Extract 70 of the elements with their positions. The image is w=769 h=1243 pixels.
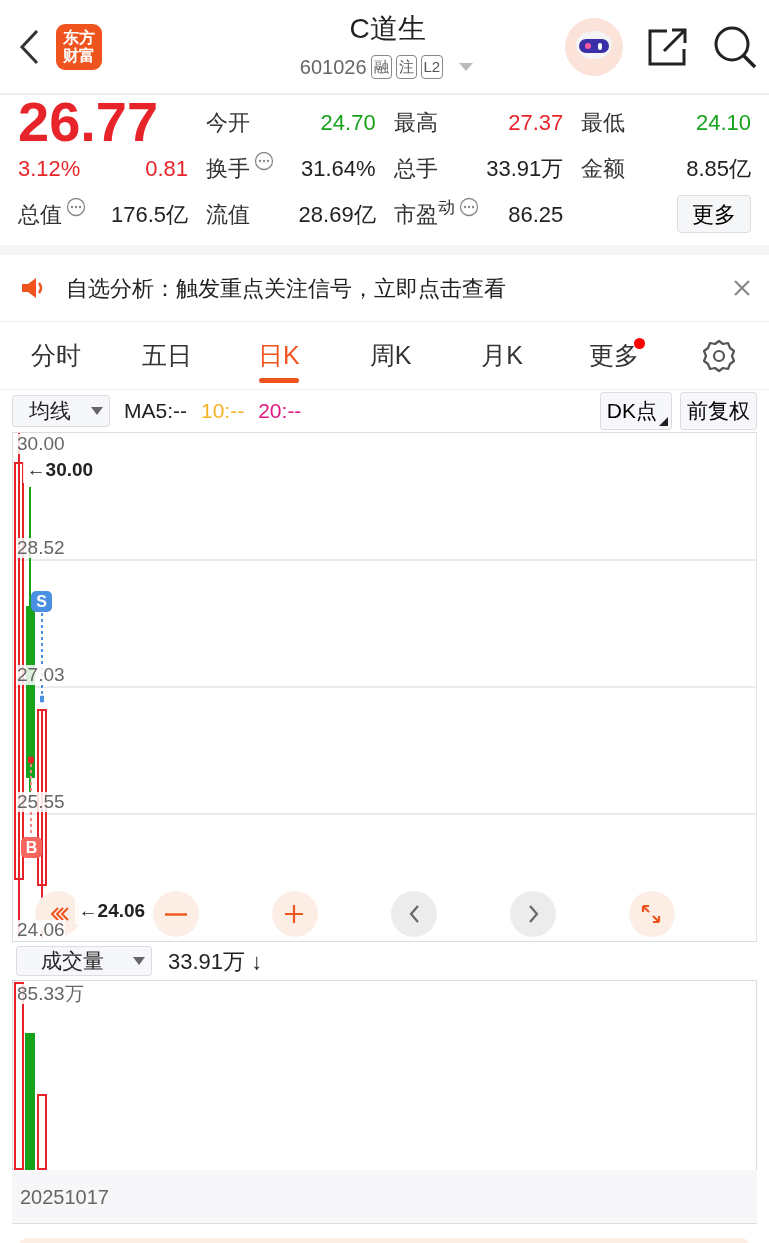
stat-value: 24.70 [320,108,376,137]
caret-icon [133,957,145,965]
more-button[interactable]: 更多 [677,195,751,233]
stat-value: 176.5亿 [110,200,188,229]
stat-label: 金额 [581,154,626,183]
date-label: 20251017 [12,1170,757,1224]
tab[interactable]: 周K [334,322,447,389]
chevron-left-icon [408,905,420,923]
tab[interactable]: 月K [446,322,558,389]
indicator-select[interactable]: 均线 [12,395,110,427]
app-logo: 东方 财富 [56,23,102,70]
ellipsis-icon[interactable] [458,197,479,217]
chevron-right-icon [527,905,539,923]
dropdown-caret-icon[interactable] [457,61,476,72]
share-icon[interactable] [647,26,689,67]
signal-badge: B [21,837,42,858]
tag-label: 注 [395,54,417,79]
stat-value: 28.69亿 [298,200,376,229]
toolbar-button[interactable]: 前复权 [680,392,757,430]
axis-label: 25.55 [17,792,65,812]
volume-reading: 33.91万 ↓ [168,947,263,976]
tab[interactable]: 更多 [557,322,670,389]
ma-reading: 10:-- [201,398,245,425]
stat-value: 33.91万 [486,154,564,183]
ma-reading: 20:-- [258,398,302,425]
stock-price: 26.77 [18,94,159,150]
chart-control-button[interactable] [629,891,675,937]
stat-label: 总手 [393,154,438,183]
notice-text[interactable]: 自选分析：触发重点关注信号，立即点击查看 [66,271,733,305]
settings-icon[interactable] [702,338,737,373]
stat-label: 最高 [393,108,438,137]
stat-value: 31.64% [301,154,376,183]
stat-label: 市盈$^{动}$ [393,197,455,229]
signal-badge: S [31,591,52,612]
axis-label: 85.33万 [17,984,84,1004]
minus-icon [165,912,187,916]
axis-label: 27.03 [17,665,65,685]
axis-label: 28.52 [17,538,65,558]
tag-label: L2 [420,54,444,79]
stat-label: 总值 [18,200,62,229]
indicator-select[interactable]: 成交量 [16,946,152,976]
ellipsis-icon[interactable] [254,151,274,171]
stat-value: 24.10 [695,108,751,137]
chart-control-button[interactable] [272,891,318,937]
stat-label: 流值 [206,200,250,229]
change-percent: 3.12% [18,154,81,183]
change-amount: 0.81 [145,154,188,183]
stat-value: 27.37 [508,108,564,137]
stat-label: 最低 [581,108,626,137]
close-icon[interactable] [733,279,751,297]
stat-value: 8.85亿 [686,154,751,183]
tab[interactable]: 五日 [111,322,224,389]
caret-icon [91,407,103,415]
back-icon[interactable] [18,28,40,65]
tab[interactable]: 日K [223,322,335,389]
tag-label: 融 [370,54,392,79]
axis-label: 24.06 [17,920,65,940]
stat-label: 换手 [206,154,250,183]
ma-reading: MA5:-- [124,398,187,425]
toolbar-button[interactable]: DK点 [599,392,672,430]
stat-value: 86.25 [508,200,564,229]
stat-label: 今开 [206,108,250,137]
chart-control-button[interactable] [153,891,199,937]
stock-code: 601026 [299,54,367,80]
tab[interactable]: 分时 [0,322,112,389]
stock-title: C道生 [348,11,427,46]
robot-avatar-icon[interactable] [565,17,623,76]
axis-label: 30.00 [17,434,65,454]
search-icon[interactable] [713,24,757,69]
ellipsis-icon[interactable] [66,197,86,217]
